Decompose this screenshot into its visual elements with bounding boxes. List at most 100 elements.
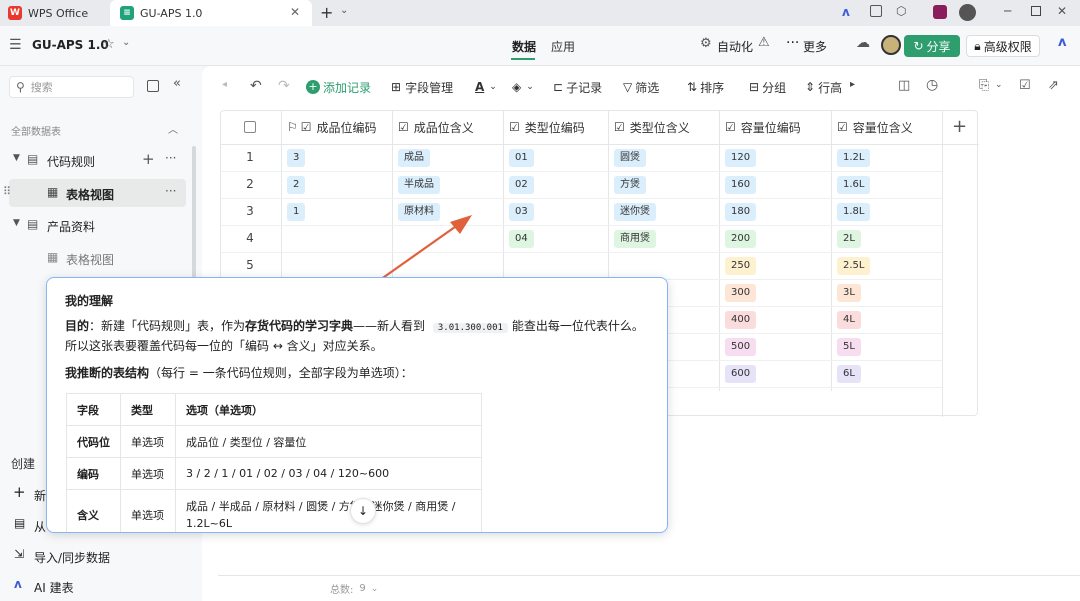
column-header-5[interactable]: ☑ 容量位编码 bbox=[719, 110, 831, 144]
table-cell[interactable]: 圆煲 bbox=[608, 144, 646, 171]
table-cell[interactable]: 120 bbox=[719, 144, 757, 171]
column-header-4[interactable]: ☑ 类型位含义 bbox=[608, 110, 719, 144]
table-cell[interactable]: 3L bbox=[831, 279, 861, 306]
create-from-item[interactable]: 从 bbox=[34, 518, 46, 535]
ai-icon[interactable]: ʌ bbox=[842, 5, 850, 19]
user-avatar[interactable] bbox=[959, 4, 976, 21]
table-cell[interactable]: 200 bbox=[719, 225, 757, 252]
tab-wps-office[interactable]: W WPS Office bbox=[8, 0, 108, 26]
sidebar-layout-icon[interactable] bbox=[147, 80, 159, 92]
table-cell[interactable]: 03 bbox=[503, 198, 534, 225]
permission-button[interactable]: 🔒︎ 高级权限 bbox=[966, 35, 1040, 57]
table-cell[interactable]: 6L bbox=[831, 360, 861, 387]
maximize-icon[interactable] bbox=[1031, 6, 1041, 16]
automation-button[interactable]: 自动化 bbox=[717, 38, 753, 55]
warning-icon[interactable]: ⚠ bbox=[758, 35, 770, 50]
cloud-icon[interactable]: ☁ bbox=[856, 35, 870, 51]
export-icon[interactable]: ⎘ bbox=[979, 78, 989, 93]
table-cell[interactable]: 180 bbox=[719, 198, 757, 225]
drag-handle-icon[interactable]: ⠿ bbox=[3, 185, 11, 198]
add-icon[interactable]: + bbox=[142, 150, 155, 168]
table-cell[interactable]: 商用煲 bbox=[608, 225, 656, 252]
collapse-sidebar-icon[interactable]: « bbox=[173, 76, 181, 91]
title-chevron-icon[interactable]: ⌄ bbox=[122, 37, 130, 48]
column-header-3[interactable]: ☑ 类型位编码 bbox=[503, 110, 608, 144]
filter-button[interactable]: ▽ 筛选 bbox=[623, 76, 659, 98]
expand-icon[interactable]: ▼ bbox=[13, 218, 20, 228]
sidebar-item-grid-view[interactable]: ▦ 表格视图 bbox=[0, 246, 190, 270]
import-sync-item[interactable]: 导入/同步数据 bbox=[34, 549, 110, 566]
prev-icon[interactable]: ◂ bbox=[222, 79, 227, 90]
collaborator-avatar[interactable] bbox=[881, 35, 901, 55]
table-cell[interactable]: 方煲 bbox=[608, 171, 646, 198]
more-options-icon[interactable]: ··· bbox=[165, 151, 176, 165]
chevron-down-icon[interactable]: ⌄ bbox=[995, 80, 1003, 90]
table-cell[interactable]: 250 bbox=[719, 252, 757, 279]
table-cell[interactable]: 04 bbox=[503, 225, 534, 252]
column-header-2[interactable]: ☑ 成品位含义 bbox=[392, 110, 503, 144]
section-chevron-icon[interactable]: ︿ bbox=[168, 121, 178, 136]
create-new-item[interactable]: 新 bbox=[34, 487, 46, 504]
table-cell[interactable]: 3 bbox=[281, 144, 306, 171]
sidebar-item-product-data[interactable]: ▼ ▤ 产品资料 bbox=[0, 213, 190, 237]
table-cell[interactable]: 成品 bbox=[392, 144, 430, 171]
tab-list-chevron-icon[interactable]: ⌄ bbox=[340, 5, 348, 16]
close-tab-icon[interactable]: ✕ bbox=[290, 5, 300, 19]
table-cell[interactable]: 600 bbox=[719, 360, 757, 387]
tab-app[interactable]: 应用 bbox=[551, 38, 575, 55]
more-options-icon[interactable]: ··· bbox=[165, 184, 176, 198]
group-button[interactable]: ⊟ 分组 bbox=[749, 76, 786, 98]
close-window-icon[interactable]: ✕ bbox=[1057, 4, 1067, 18]
box-icon[interactable]: ⬡ bbox=[896, 4, 906, 18]
row-height-button[interactable]: ⇕ 行高 bbox=[805, 76, 843, 98]
add-column-icon[interactable]: + bbox=[952, 116, 967, 137]
clipboard-icon[interactable]: ☑ bbox=[1019, 78, 1031, 93]
layout-icon[interactable]: ◫ bbox=[898, 78, 910, 93]
tab-gu-aps[interactable]: ≡ GU-APS 1.0 ✕ bbox=[110, 0, 312, 26]
table-cell[interactable]: 2 bbox=[281, 171, 306, 198]
app-badge-icon[interactable] bbox=[933, 5, 947, 19]
sidebar-item-code-rules[interactable]: ▼ ▤ 代码规则 + ··· bbox=[0, 148, 190, 172]
history-icon[interactable]: ◷ bbox=[926, 77, 938, 93]
table-cell[interactable]: 500 bbox=[719, 333, 757, 360]
window-icon[interactable] bbox=[870, 5, 882, 17]
more-button[interactable]: 更多 bbox=[803, 38, 827, 55]
column-header-6[interactable]: ☑ 容量位含义 bbox=[831, 110, 942, 144]
fill-color-button[interactable]: ◈ ⌄ bbox=[512, 76, 534, 98]
new-tab-icon[interactable]: + bbox=[320, 3, 333, 22]
select-all-checkbox[interactable] bbox=[244, 121, 256, 133]
expand-icon[interactable]: ▼ bbox=[13, 153, 20, 163]
subrecord-button[interactable]: ⊏ 子记录 bbox=[553, 76, 602, 98]
table-cell[interactable]: 2.5L bbox=[831, 252, 871, 279]
table-cell[interactable]: 4L bbox=[831, 306, 861, 333]
redo-icon[interactable]: ↷ bbox=[278, 78, 290, 94]
add-record-button[interactable]: + 添加记录 bbox=[306, 76, 371, 98]
table-cell[interactable]: 2L bbox=[831, 225, 861, 252]
table-cell[interactable]: 01 bbox=[503, 144, 534, 171]
sidebar-item-grid-view-active[interactable]: ⠿ ▦ 表格视图 ··· bbox=[3, 179, 186, 207]
tab-data[interactable]: 数据 bbox=[512, 38, 536, 55]
sort-button[interactable]: ⇅ 排序 bbox=[687, 76, 724, 98]
column-header-1[interactable]: ⚐ ☑ 成品位编码 bbox=[281, 110, 392, 144]
table-cell[interactable]: 1.8L bbox=[831, 198, 871, 225]
table-cell[interactable]: 半成品 bbox=[392, 171, 440, 198]
search-input[interactable]: ⚲ 搜索 bbox=[9, 76, 134, 98]
table-cell[interactable]: 300 bbox=[719, 279, 757, 306]
undo-icon[interactable]: ↶ bbox=[250, 78, 262, 94]
table-cell[interactable]: 02 bbox=[503, 171, 534, 198]
share-out-icon[interactable]: ⇗ bbox=[1048, 78, 1059, 93]
scroll-down-button[interactable]: ↓ bbox=[350, 498, 376, 524]
menu-icon[interactable]: ☰ bbox=[9, 37, 22, 53]
star-icon[interactable]: ☆ bbox=[103, 37, 115, 52]
field-manage-button[interactable]: ⊞ 字段管理 bbox=[391, 76, 453, 98]
ai-create-table-item[interactable]: AI 建表 bbox=[34, 579, 74, 596]
table-cell[interactable]: 1.2L bbox=[831, 144, 871, 171]
toolbar-next-icon[interactable]: ▸ bbox=[850, 79, 855, 90]
table-cell[interactable]: 迷你煲 bbox=[608, 198, 656, 225]
ai-assistant-icon[interactable]: ʌ bbox=[1058, 35, 1066, 50]
table-cell[interactable]: 5L bbox=[831, 333, 861, 360]
table-cell[interactable]: 1.6L bbox=[831, 171, 871, 198]
table-cell[interactable]: 400 bbox=[719, 306, 757, 333]
share-button[interactable]: ↻ 分享 bbox=[904, 35, 960, 57]
text-color-button[interactable]: A ⌄ bbox=[475, 76, 497, 98]
